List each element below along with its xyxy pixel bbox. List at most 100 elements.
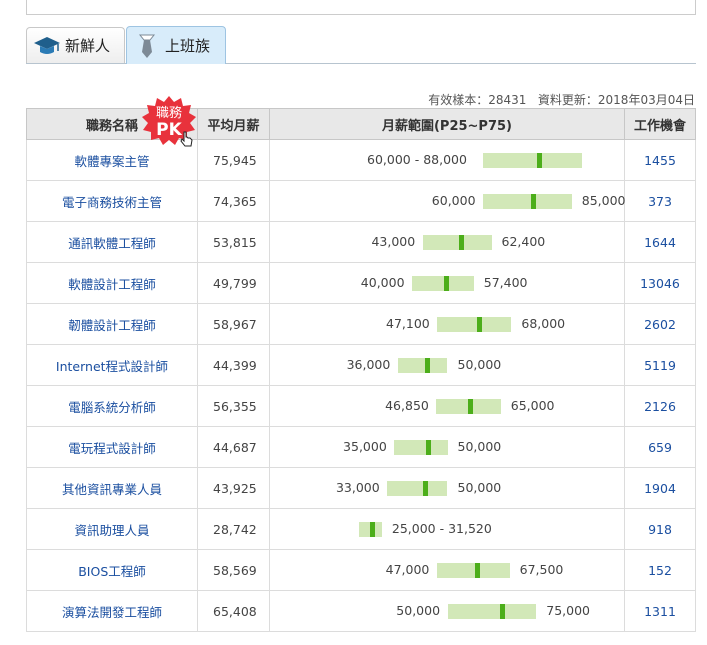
tab-worker[interactable]: 上班族	[126, 26, 226, 64]
table-row: Internet程式設計師 44,399 36,000 50,000 5119	[26, 344, 696, 386]
range-bar	[422, 235, 492, 250]
job-openings-link[interactable]: 1455	[624, 139, 696, 181]
salary-range-cell: 60,000 85,000	[269, 180, 626, 222]
p25-label: 46,850	[385, 398, 429, 413]
job-openings-link[interactable]: 152	[624, 549, 696, 591]
range-label: 60,000 - 88,000	[367, 152, 467, 167]
range-bar	[397, 358, 448, 373]
avg-salary: 43,925	[197, 467, 270, 509]
job-pk-badge[interactable]: 職務 PK	[141, 95, 197, 147]
range-bar	[483, 194, 572, 209]
p25-label: 33,000	[335, 480, 380, 495]
avg-salary: 28,742	[197, 508, 270, 550]
header-avg: 平均月薪	[197, 108, 270, 140]
job-name-link[interactable]: 通訊軟體工程師	[26, 221, 198, 263]
salary-table: 職務名稱 平均月薪 月薪範圍(P25~P75) 工作機會 軟體專案主管 75,94…	[26, 108, 696, 632]
p25-label: 60,000	[431, 193, 476, 208]
necktie-icon	[133, 34, 161, 58]
avg-salary: 53,815	[197, 221, 270, 263]
range-bar	[412, 276, 474, 291]
p75-label: 50,000	[457, 357, 502, 372]
avg-marker	[475, 563, 481, 578]
p25-label: 40,000	[360, 275, 405, 290]
job-name-link[interactable]: 軟體設計工程師	[26, 262, 198, 304]
tab-bar: 新鮮人 上班族	[26, 26, 696, 64]
job-name-link[interactable]: 資訊助理人員	[26, 508, 198, 550]
avg-salary: 58,967	[197, 303, 270, 345]
job-name-link[interactable]: 演算法開發工程師	[26, 590, 198, 632]
avg-marker	[499, 604, 505, 619]
range-label: 25,000 - 31,520	[391, 521, 492, 536]
job-openings-link[interactable]: 659	[624, 426, 696, 468]
avg-marker	[537, 153, 543, 168]
job-name-link[interactable]: 電腦系統分析師	[26, 385, 198, 427]
salary-range-cell: 60,000 - 88,000	[269, 139, 625, 181]
range-bar	[447, 604, 537, 619]
pk-badge-line2: PK	[156, 120, 182, 140]
salary-range-cell: 47,000 67,500	[269, 549, 625, 591]
table-row: 電子商務技術主管 74,365 60,000 85,000 373	[26, 180, 696, 222]
job-name-link[interactable]: BIOS工程師	[26, 549, 198, 591]
salary-range-cell: 46,850 65,000	[269, 385, 625, 427]
salary-range-cell: 36,000 50,000	[269, 344, 625, 386]
p75-label: 57,400	[483, 275, 528, 290]
table-row: 軟體設計工程師 49,799 40,000 57,400 13046	[26, 262, 696, 304]
salary-range-cell: 47,100 68,000	[269, 303, 625, 345]
job-name-link[interactable]: 韌體設計工程師	[26, 303, 198, 345]
salary-range-cell: 35,000 50,000	[269, 426, 625, 468]
p25-label: 47,100	[386, 316, 430, 331]
header-openings: 工作機會	[624, 108, 696, 140]
job-openings-link[interactable]: 2126	[624, 385, 696, 427]
p25-label: 36,000	[346, 357, 391, 372]
table-row: 其他資訊專業人員 43,925 33,000 50,000 1904	[26, 467, 696, 509]
p25-label: 43,000	[371, 234, 416, 249]
avg-marker	[531, 194, 537, 209]
pk-badge-line1: 職務	[156, 106, 182, 121]
header-range: 月薪範圍(P25~P75)	[269, 108, 625, 140]
avg-marker	[476, 317, 482, 332]
job-openings-link[interactable]: 918	[624, 508, 696, 550]
range-bar	[387, 481, 448, 496]
table-row: 韌體設計工程師 58,967 47,100 68,000 2602	[26, 303, 696, 345]
table-row: 通訊軟體工程師 53,815 43,000 62,400 1644	[26, 221, 696, 263]
job-openings-link[interactable]: 2602	[624, 303, 696, 345]
table-row: 演算法開發工程師 65,408 50,000 75,000 1311	[26, 590, 696, 632]
avg-marker	[425, 358, 431, 373]
p75-label: 62,400	[501, 234, 546, 249]
avg-marker	[426, 440, 432, 455]
p75-label: 68,000	[521, 316, 566, 331]
salary-range-cell: 50,000 75,000	[269, 590, 625, 632]
job-name-link[interactable]: 電玩程式設計師	[26, 426, 198, 468]
avg-salary: 44,399	[197, 344, 270, 386]
range-bar	[483, 153, 583, 168]
p75-label: 85,000	[581, 193, 626, 208]
job-openings-link[interactable]: 1311	[624, 590, 696, 632]
table-row: 電腦系統分析師 56,355 46,850 65,000 2126	[26, 385, 696, 427]
salary-range-cell: 43,000 62,400	[269, 221, 625, 263]
tab-graduate[interactable]: 新鮮人	[26, 27, 125, 63]
job-openings-link[interactable]: 373	[624, 180, 696, 222]
top-panel-bottom	[26, 0, 696, 15]
avg-salary: 74,365	[197, 180, 270, 222]
table-row: 電玩程式設計師 44,687 35,000 50,000 659	[26, 426, 696, 468]
p25-label: 47,000	[385, 562, 430, 577]
p25-label: 35,000	[343, 439, 387, 454]
avg-marker	[458, 235, 464, 250]
update-date: 2018年03月04日	[597, 93, 695, 107]
avg-marker	[369, 522, 375, 537]
range-bar	[394, 440, 448, 455]
job-name-link[interactable]: 電子商務技術主管	[26, 180, 198, 222]
avg-marker	[423, 481, 429, 496]
job-openings-link[interactable]: 1904	[624, 467, 696, 509]
job-name-link[interactable]: 其他資訊專業人員	[26, 467, 198, 509]
job-openings-link[interactable]: 1644	[624, 221, 696, 263]
p75-label: 67,500	[519, 562, 564, 577]
p75-label: 75,000	[546, 603, 590, 618]
range-bar	[437, 317, 512, 332]
avg-marker	[444, 276, 450, 291]
p75-label: 50,000	[457, 439, 502, 454]
tab-graduate-label: 新鮮人	[65, 37, 111, 55]
job-openings-link[interactable]: 13046	[624, 262, 696, 304]
job-openings-link[interactable]: 5119	[624, 344, 696, 386]
job-name-link[interactable]: Internet程式設計師	[26, 344, 198, 386]
